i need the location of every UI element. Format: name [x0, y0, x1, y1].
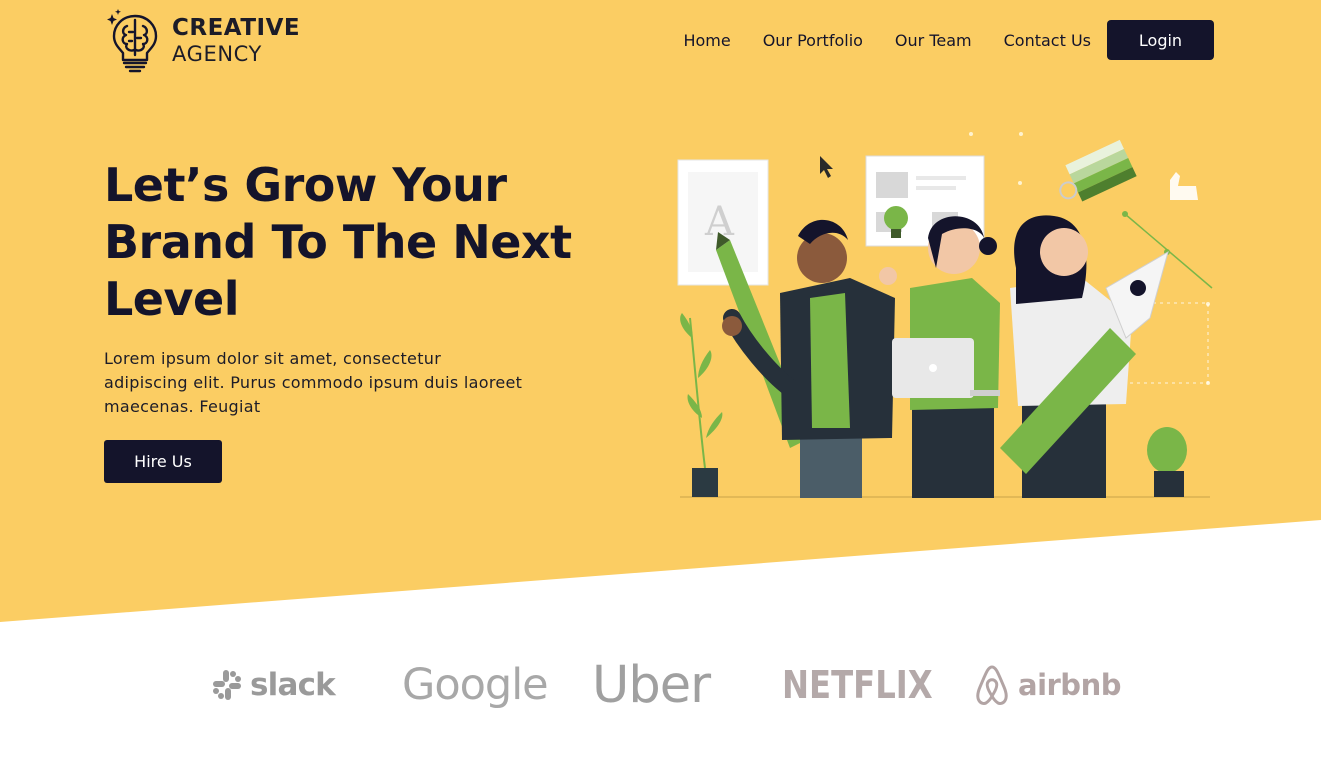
client-logos: slack Google Uber NETFLIX airbnb	[210, 650, 1121, 720]
logo-google: Google	[402, 660, 549, 710]
main-nav: Home Our Portfolio Our Team Contact Us L…	[683, 20, 1214, 60]
brand-name-line2: AGENCY	[172, 42, 262, 66]
hero-headline: Let’s Grow Your Brand To The Next Level	[104, 158, 572, 326]
login-button[interactable]: Login	[1107, 20, 1214, 60]
nav-item-contact[interactable]: Contact Us	[1004, 31, 1091, 50]
slack-wordmark: slack	[250, 667, 336, 703]
nav-item-team[interactable]: Our Team	[895, 31, 972, 50]
nav-item-portfolio[interactable]: Our Portfolio	[763, 31, 863, 50]
logo-uber: Uber	[592, 655, 711, 715]
nav-item-home[interactable]: Home	[683, 31, 730, 50]
logo-slack: slack	[210, 650, 336, 720]
hire-us-button[interactable]: Hire Us	[104, 440, 222, 483]
logo-netflix: NETFLIX	[782, 663, 933, 707]
airbnb-icon	[976, 665, 1008, 705]
hero-subtext: Lorem ipsum dolor sit amet, consectetur …	[104, 349, 523, 416]
lightbulb-brain-icon	[107, 9, 158, 73]
team-illustration: A	[677, 132, 1213, 498]
logo-airbnb: airbnb	[972, 650, 1121, 720]
airbnb-wordmark: airbnb	[1018, 668, 1121, 702]
brand-name-line1: CREATIVE	[172, 15, 301, 41]
brand-logo[interactable]: CREATIVE AGENCY	[106, 8, 300, 74]
slack-icon	[213, 670, 241, 700]
